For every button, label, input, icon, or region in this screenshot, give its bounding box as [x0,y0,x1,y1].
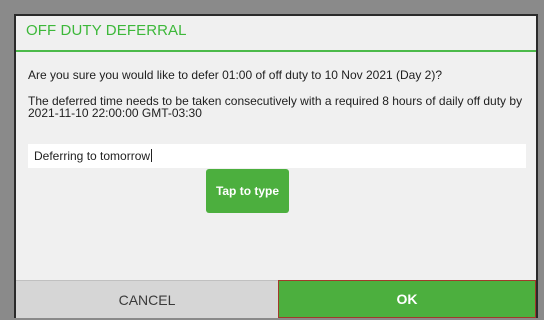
cancel-button-label: CANCEL [118,291,176,308]
deferral-reason-value: Deferring to tomorrow [34,149,151,163]
deferral-reason-input[interactable]: Deferring to tomorrow [28,144,526,168]
cancel-button[interactable]: CANCEL [16,280,278,318]
ok-button[interactable]: OK [278,280,536,318]
tooltip-label: Tap to type [215,184,280,198]
off-duty-deferral-dialog: OFF DUTY DEFERRAL Are you sure you would… [14,14,538,318]
text-caret [151,149,153,162]
tap-to-type-tooltip: Tap to type [206,169,289,213]
ok-button-label: OK [396,291,418,307]
dialog-button-bar: CANCEL OK [16,280,536,318]
confirmation-question: Are you sure you would like to defer 01:… [28,68,443,82]
deferral-info-text: The deferred time needs to be taken cons… [28,94,523,120]
dialog-title: OFF DUTY DEFERRAL [26,22,187,39]
title-divider [16,50,536,52]
